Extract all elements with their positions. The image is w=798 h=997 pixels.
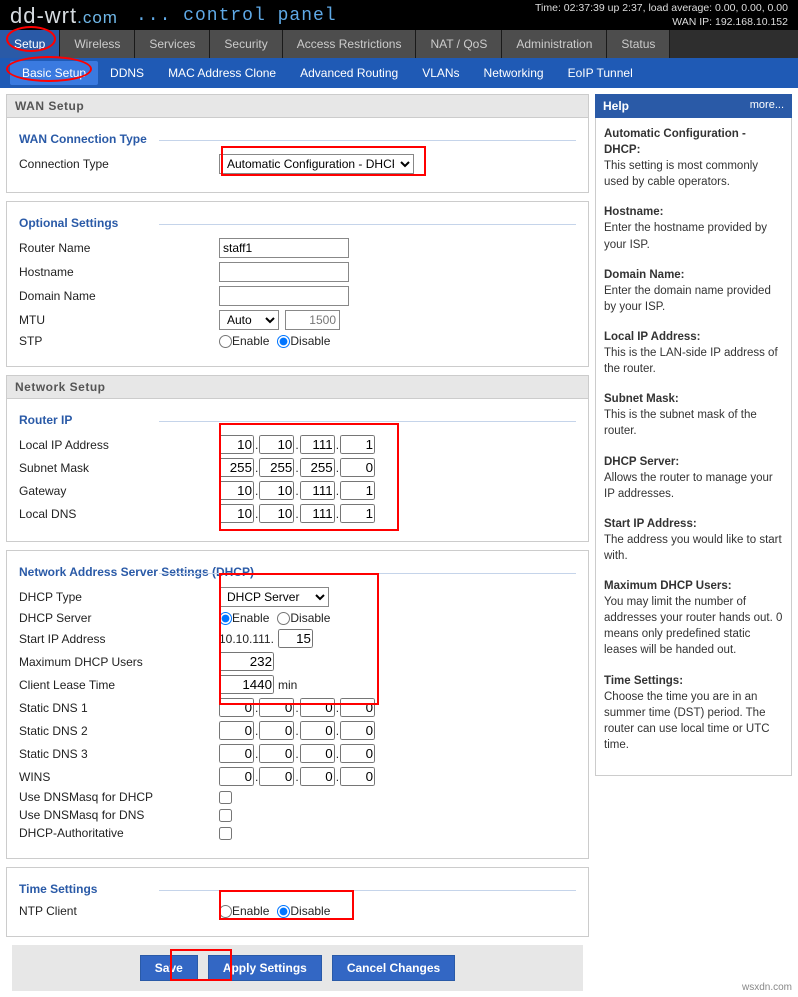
subtab-eoip[interactable]: EoIP Tunnel [556, 61, 645, 85]
lease-label: Client Lease Time [19, 678, 219, 692]
header-status: Time: 02:37:39 up 2:37, load average: 0.… [535, 2, 788, 29]
sdns2-2[interactable] [259, 721, 294, 740]
wins-2[interactable] [259, 767, 294, 786]
wins-1[interactable] [219, 767, 254, 786]
main-tabs: Setup Wireless Services Security Access … [0, 30, 798, 58]
sdns3-4[interactable] [340, 744, 375, 763]
local-dns-label: Local DNS [19, 507, 219, 521]
dnsmasq-dns-check[interactable] [219, 809, 232, 822]
ntp-label: NTP Client [19, 904, 219, 918]
sdns3-label: Static DNS 3 [19, 747, 219, 761]
subtitle: ... control panel [136, 6, 337, 26]
domain-label: Domain Name [19, 289, 219, 303]
dhcp-auth-label: DHCP-Authoritative [19, 826, 219, 840]
subtab-vlans[interactable]: VLANs [410, 61, 471, 85]
mtu-value [285, 310, 340, 330]
help-header: Help more... [595, 94, 792, 118]
highlight-routerip [219, 423, 399, 531]
tab-wireless[interactable]: Wireless [60, 30, 135, 58]
highlight-conn-type [221, 146, 426, 176]
sdns2-3[interactable] [300, 721, 335, 740]
button-bar: Save Apply Settings Cancel Changes [12, 945, 583, 991]
tab-services[interactable]: Services [135, 30, 210, 58]
sdns3-2[interactable] [259, 744, 294, 763]
dnsmasq-dns-label: Use DNSMasq for DNS [19, 808, 219, 822]
highlight-dhcp [219, 573, 379, 705]
subnet-label: Subnet Mask [19, 461, 219, 475]
hostname-input[interactable] [219, 262, 349, 282]
tab-admin[interactable]: Administration [502, 30, 607, 58]
tab-security[interactable]: Security [210, 30, 282, 58]
help-title: Help [603, 99, 629, 113]
network-section-title: Network Setup [6, 375, 589, 399]
wins-3[interactable] [300, 767, 335, 786]
dhcp-server-label: DHCP Server [19, 611, 219, 625]
wan-ip-text: WAN IP: 192.168.10.152 [535, 16, 788, 30]
watermark: wsxdn.com [742, 982, 792, 993]
uptime-text: Time: 02:37:39 up 2:37, load average: 0.… [535, 2, 788, 16]
dnsmasq-dhcp-check[interactable] [219, 791, 232, 804]
router-name-label: Router Name [19, 241, 219, 255]
stp-disable-radio[interactable] [277, 335, 290, 348]
sdns2-4[interactable] [340, 721, 375, 740]
max-users-label: Maximum DHCP Users [19, 655, 219, 669]
local-ip-label: Local IP Address [19, 438, 219, 452]
domain-input[interactable] [219, 286, 349, 306]
hostname-label: Hostname [19, 265, 219, 279]
help-body: Automatic Configuration - DHCP:This sett… [595, 118, 792, 776]
subtab-ddns[interactable]: DDNS [98, 61, 156, 85]
sub-tabs: Basic Setup DDNS MAC Address Clone Advan… [0, 58, 798, 88]
sdns2-1[interactable] [219, 721, 254, 740]
stp-label: STP [19, 334, 219, 348]
wan-fieldset: WAN Connection Type [19, 132, 576, 146]
sdns1-label: Static DNS 1 [19, 701, 219, 715]
sdns3-1[interactable] [219, 744, 254, 763]
mtu-mode-select[interactable]: Auto [219, 310, 279, 330]
tab-status[interactable]: Status [607, 30, 670, 58]
gateway-label: Gateway [19, 484, 219, 498]
sdns2-label: Static DNS 2 [19, 724, 219, 738]
subtab-networking[interactable]: Networking [472, 61, 556, 85]
header-bar: dd-wrt.com ... control panel Time: 02:37… [0, 0, 798, 30]
tab-access[interactable]: Access Restrictions [283, 30, 417, 58]
mtu-label: MTU [19, 313, 219, 327]
optional-fieldset: Optional Settings [19, 216, 576, 230]
help-more-link[interactable]: more... [750, 99, 784, 113]
dhcp-auth-check[interactable] [219, 827, 232, 840]
sdns3-3[interactable] [300, 744, 335, 763]
cancel-button[interactable]: Cancel Changes [332, 955, 455, 981]
highlight-ntp [219, 890, 354, 920]
start-ip-label: Start IP Address [19, 632, 219, 646]
dhcp-type-label: DHCP Type [19, 590, 219, 604]
dnsmasq-dhcp-label: Use DNSMasq for DHCP [19, 790, 219, 804]
stp-enable-radio[interactable] [219, 335, 232, 348]
conn-type-label: Connection Type [19, 157, 219, 171]
highlight-setup-tab [6, 26, 56, 52]
wan-section-title: WAN Setup [6, 94, 589, 118]
wins-4[interactable] [340, 767, 375, 786]
router-name-input[interactable] [219, 238, 349, 258]
subtab-routing[interactable]: Advanced Routing [288, 61, 410, 85]
wins-label: WINS [19, 770, 219, 784]
subtab-mac[interactable]: MAC Address Clone [156, 61, 288, 85]
highlight-basicsetup [6, 56, 92, 82]
highlight-save [170, 949, 232, 981]
tab-nat[interactable]: NAT / QoS [416, 30, 502, 58]
